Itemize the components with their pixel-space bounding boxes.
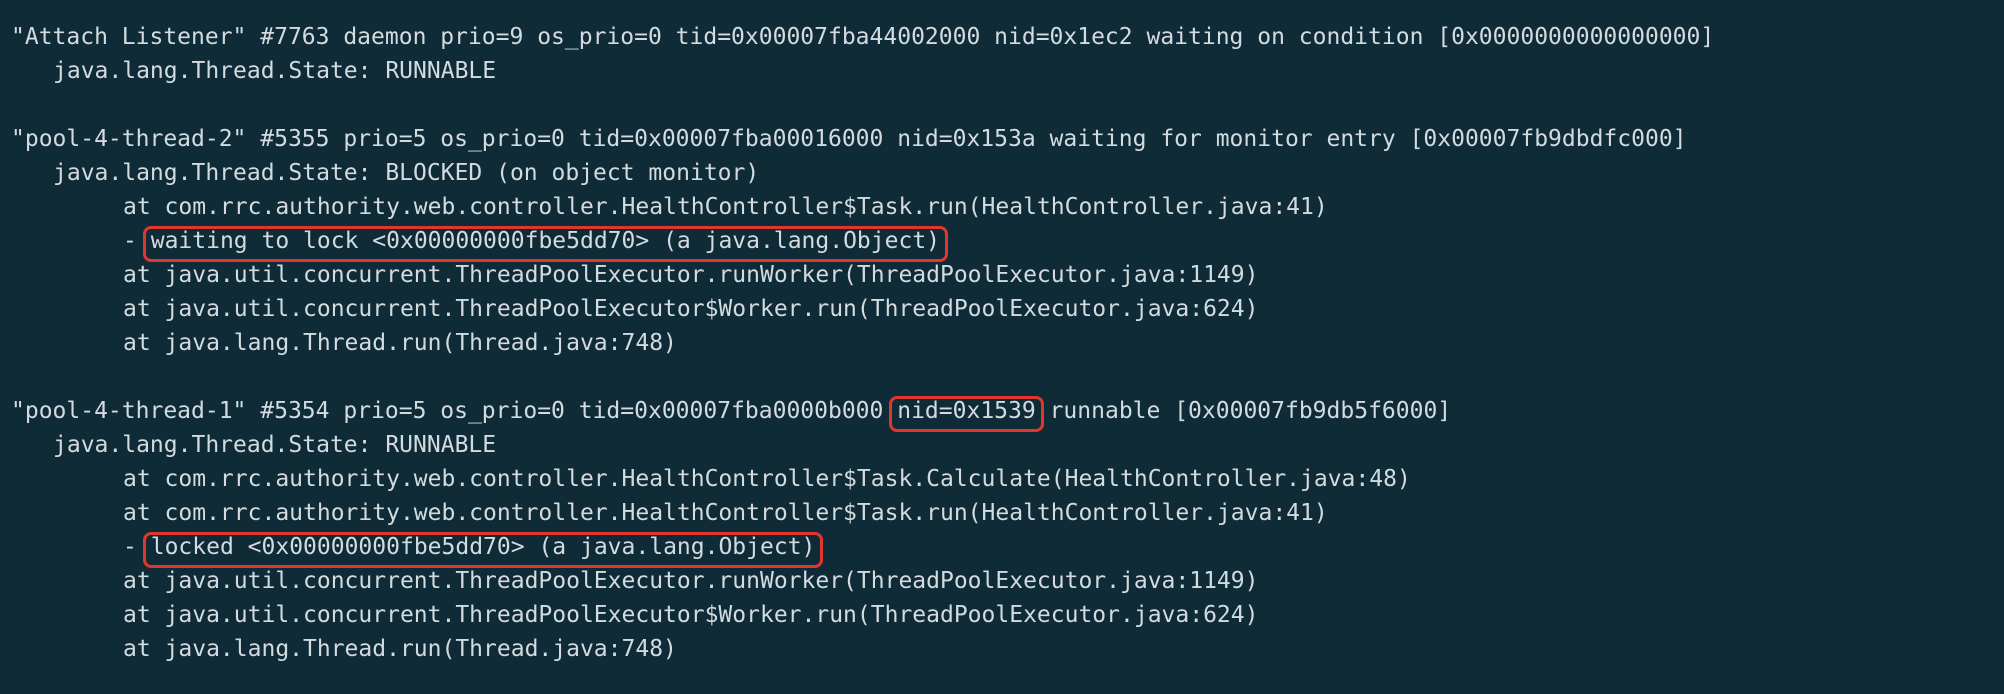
lock-dash: - — [123, 534, 137, 560]
thread-1-header-prefix: "pool-4-thread-1" #5354 prio=5 os_prio=0… — [11, 398, 884, 424]
thread-1-frame: at com.rrc.authority.web.controller.Heal… — [123, 466, 1411, 492]
attach-listener-state: java.lang.Thread.State: RUNNABLE — [53, 58, 497, 84]
thread-2-state: java.lang.Thread.State: BLOCKED (on obje… — [53, 160, 760, 186]
locked-highlight: locked <0x00000000fbe5dd70> (a java.lang… — [142, 530, 824, 568]
thread-1-header-suffix: runnable [0x00007fb9db5f6000] — [1049, 398, 1452, 424]
thread-2-frame: at java.util.concurrent.ThreadPoolExecut… — [123, 296, 1259, 322]
thread-2-frame: at java.lang.Thread.run(Thread.java:748) — [123, 330, 677, 356]
thread-2-frame: at java.util.concurrent.ThreadPoolExecut… — [123, 262, 1259, 288]
thread-1-frame: at com.rrc.authority.web.controller.Heal… — [123, 500, 1328, 526]
thread-1-lock-line: - locked <0x00000000fbe5dd70> (a java.la… — [11, 530, 2004, 568]
waiting-to-lock-highlight: waiting to lock <0x00000000fbe5dd70> (a … — [142, 224, 949, 262]
thread-1-state: java.lang.Thread.State: RUNNABLE — [53, 432, 497, 458]
thread-1-frame: at java.util.concurrent.ThreadPoolExecut… — [123, 568, 1259, 594]
thread-1-header: "pool-4-thread-1" #5354 prio=5 os_prio=0… — [11, 394, 2004, 432]
thread-2-lock-line: - waiting to lock <0x00000000fbe5dd70> (… — [11, 224, 2004, 262]
thread-2-header: "pool-4-thread-2" #5355 prio=5 os_prio=0… — [11, 126, 1687, 152]
terminal-window: "Attach Listener" #7763 daemon prio=9 os… — [0, 0, 2004, 694]
lock-dash: - — [123, 228, 137, 254]
thread-1-frame: at java.util.concurrent.ThreadPoolExecut… — [123, 602, 1259, 628]
thread-1-frame: at java.lang.Thread.run(Thread.java:748) — [123, 636, 677, 662]
nid-highlight: nid=0x1539 — [889, 394, 1045, 432]
attach-listener-header: "Attach Listener" #7763 daemon prio=9 os… — [11, 24, 1715, 50]
thread-2-frame: at com.rrc.authority.web.controller.Heal… — [123, 194, 1328, 220]
